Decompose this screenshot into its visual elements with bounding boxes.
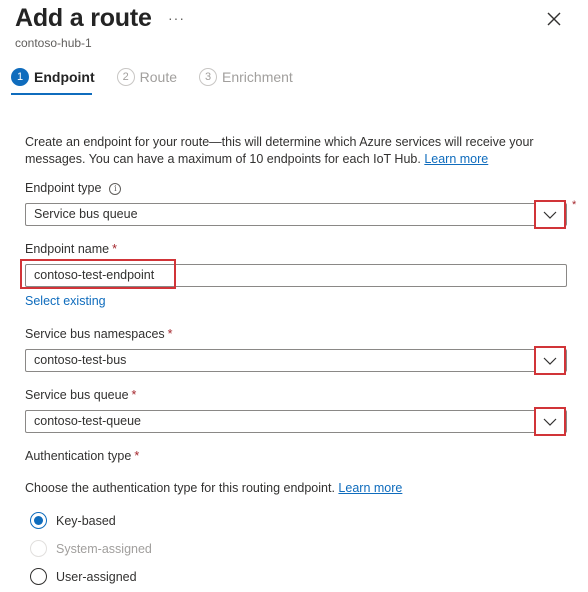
service-bus-queue-select[interactable]: contoso-test-queue <box>25 407 567 436</box>
learn-more-link[interactable]: Learn more <box>338 481 402 495</box>
required-mark: * <box>134 449 140 463</box>
radio-label: User-assigned <box>56 569 137 584</box>
required-mark: * <box>572 199 577 211</box>
select-value: contoso-test-queue <box>34 414 142 428</box>
page-title: Add a route <box>15 4 152 32</box>
authentication-type-label: Authentication type * <box>25 449 139 463</box>
active-step-indicator <box>11 93 92 95</box>
service-bus-namespaces-label: Service bus namespaces * <box>25 327 173 341</box>
highlight-box <box>20 259 176 289</box>
radio-button[interactable] <box>30 512 47 529</box>
chevron-down-icon[interactable] <box>534 407 566 436</box>
required-mark: * <box>167 327 173 341</box>
label-text: Service bus queue <box>25 388 129 402</box>
step-number: 3 <box>199 68 218 86</box>
more-options-button[interactable]: ··· <box>168 10 185 26</box>
service-bus-queue-label: Service bus queue * <box>25 388 136 402</box>
step-number: 1 <box>11 68 29 86</box>
label-text: Authentication type <box>25 449 132 463</box>
step-route[interactable]: 2 Route <box>116 66 178 88</box>
required-mark: * <box>131 388 137 402</box>
close-icon[interactable] <box>545 10 563 28</box>
endpoint-type-select[interactable]: Service bus queue <box>25 200 567 229</box>
label-text: Endpoint type <box>25 181 102 195</box>
label-text: Endpoint name <box>25 242 110 256</box>
radio-user-assigned[interactable]: User-assigned <box>30 568 137 585</box>
service-bus-namespaces-select[interactable]: contoso-test-bus <box>25 346 567 375</box>
radio-key-based[interactable]: Key-based <box>30 512 116 529</box>
chevron-down-icon[interactable] <box>534 346 566 375</box>
label-text: Service bus namespaces <box>25 327 165 341</box>
step-endpoint[interactable]: 1 Endpoint <box>11 66 95 88</box>
radio-label: System-assigned <box>56 541 152 556</box>
chevron-down-icon[interactable] <box>534 200 566 229</box>
select-value: Service bus queue <box>34 207 138 221</box>
endpoint-type-label: Endpoint type i <box>25 181 122 195</box>
endpoint-name-label: Endpoint name * <box>25 242 117 256</box>
step-label: Endpoint <box>34 69 95 85</box>
radio-button[interactable] <box>30 568 47 585</box>
info-icon[interactable]: i <box>109 183 122 195</box>
wizard-steps: 1 Endpoint 2 Route 3 Enrichment <box>11 66 315 96</box>
radio-system-assigned: System-assigned <box>30 540 152 557</box>
step-number: 2 <box>116 68 135 86</box>
step-label: Route <box>139 69 178 85</box>
step-label: Enrichment <box>222 69 293 85</box>
endpoint-description: Create an endpoint for your route—this w… <box>25 134 570 168</box>
authentication-type-description: Choose the authentication type for this … <box>25 481 402 495</box>
page-subtitle: contoso-hub-1 <box>15 36 92 50</box>
learn-more-link[interactable]: Learn more <box>424 152 488 166</box>
description-text: Choose the authentication type for this … <box>25 481 335 495</box>
select-existing-link[interactable]: Select existing <box>25 294 106 308</box>
select-value: contoso-test-bus <box>34 353 127 367</box>
required-mark: * <box>112 242 117 256</box>
step-enrichment[interactable]: 3 Enrichment <box>199 66 293 88</box>
radio-label: Key-based <box>56 513 116 528</box>
radio-button <box>30 540 47 557</box>
